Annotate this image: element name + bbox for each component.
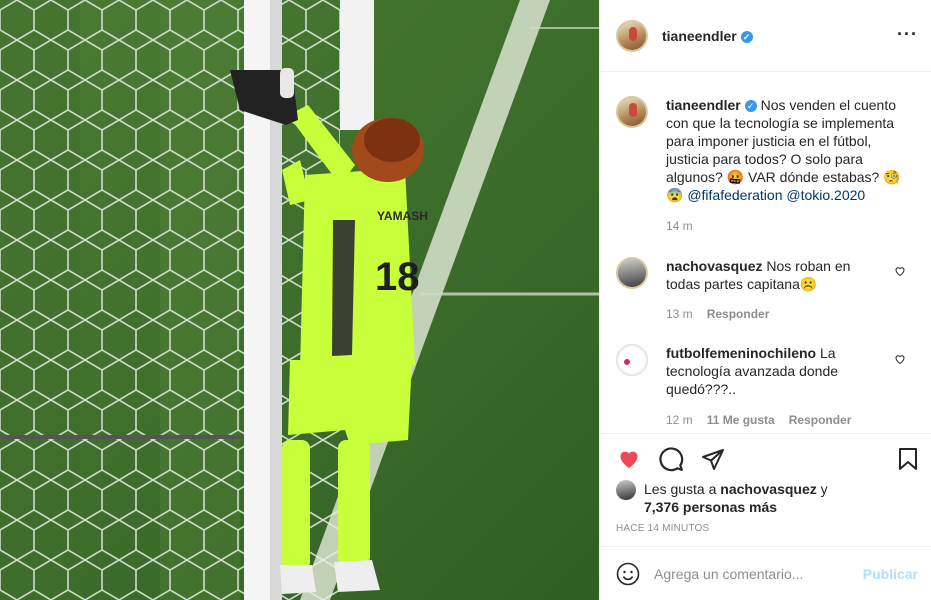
comment-text: nachovasquez Nos roban en todas partes c…	[666, 257, 884, 293]
caption-avatar[interactable]	[616, 96, 648, 128]
likes-joiner: y	[820, 481, 828, 497]
comment-icon[interactable]	[658, 446, 684, 472]
liker-avatar[interactable]	[616, 480, 636, 500]
caption-time[interactable]: 14 m	[666, 219, 693, 233]
emoji-icon[interactable]	[616, 562, 640, 586]
commenter-avatar[interactable]	[616, 257, 648, 289]
caption-username[interactable]: tianeendler	[666, 97, 741, 113]
reply-button[interactable]: Responder	[789, 413, 852, 427]
like-comment-heart-icon[interactable]	[894, 353, 906, 365]
more-options-icon[interactable]: ···	[897, 24, 918, 45]
comment-time[interactable]: 12 m	[666, 413, 693, 427]
commenter-username[interactable]: nachovasquez	[666, 258, 762, 274]
post-sidebar: tianeendler ✓ ··· tianeendler ✓ Nos venden…	[599, 0, 931, 600]
caption-text: tianeendler ✓ Nos venden el cuento con qu…	[666, 96, 904, 204]
commenter-username[interactable]: futbolfemeninochileno	[666, 345, 816, 361]
likes-count-link[interactable]: 7,376 personas más	[644, 499, 777, 515]
publish-button[interactable]: Publicar	[863, 566, 918, 582]
comment-likes[interactable]: 11 Me gusta	[707, 413, 775, 427]
caption: tianeendler ✓ Nos venden el cuento con qu…	[616, 96, 916, 204]
post-header: tianeendler ✓ ···	[600, 0, 931, 72]
liker-username[interactable]: nachovasquez	[720, 481, 816, 497]
verified-badge-icon: ✓	[740, 30, 753, 43]
like-comment-heart-icon[interactable]	[894, 265, 906, 277]
comment-input[interactable]	[654, 565, 844, 582]
jersey-name: YAMASH	[377, 209, 428, 223]
post-actions: Les gusta a nachovasquez y 7,376 persona…	[600, 433, 931, 546]
comment-meta: 12 m 11 Me gusta Responder	[666, 413, 851, 427]
comment-item: nachovasquez Nos roban en todas partes c…	[616, 257, 916, 293]
commenter-avatar[interactable]	[616, 344, 648, 376]
save-bookmark-icon[interactable]	[896, 446, 920, 472]
comment-text: futbolfemeninochileno La tecnología avan…	[666, 344, 884, 398]
comment-bar: Publicar	[600, 546, 931, 600]
likes-prefix: Les gusta a	[644, 481, 717, 497]
author-avatar[interactable]	[616, 19, 648, 52]
post-media[interactable]: YAMASH 18	[0, 0, 599, 600]
post-timestamp[interactable]: HACE 14 MINUTOS	[616, 523, 709, 534]
like-heart-icon[interactable]	[616, 447, 642, 471]
comment-time[interactable]: 13 m	[666, 307, 693, 321]
likes-summary: Les gusta a nachovasquez y 7,376 persona…	[616, 480, 828, 516]
mention-link[interactable]: @fifafederation	[687, 187, 782, 203]
reply-button[interactable]: Responder	[707, 307, 770, 321]
jersey-number: 18	[375, 255, 420, 299]
share-direct-icon[interactable]	[700, 447, 726, 471]
verified-badge-icon: ✓	[744, 100, 757, 112]
author-username[interactable]: tianeendler ✓	[662, 28, 753, 44]
comment-meta: 13 m Responder	[666, 307, 769, 321]
goalkeeper-photo: YAMASH 18	[0, 0, 599, 600]
mention-link[interactable]: @tokio.2020	[786, 187, 865, 203]
comments-section: tianeendler ✓ Nos venden el cuento con qu…	[600, 73, 931, 433]
comment-item: futbolfemeninochileno La tecnología avan…	[616, 344, 916, 398]
